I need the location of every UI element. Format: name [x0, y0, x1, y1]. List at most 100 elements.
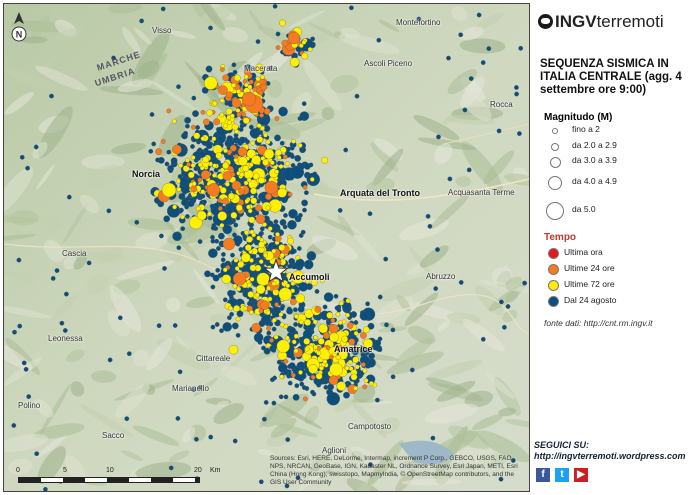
quake-marker — [315, 372, 323, 380]
quake-marker — [260, 83, 268, 91]
quake-marker — [316, 382, 322, 388]
quake-marker — [277, 188, 287, 198]
quake-marker — [49, 93, 54, 99]
quake-marker — [304, 386, 310, 391]
magnitude-label: da 3.0 a 3.9 — [572, 155, 617, 165]
quake-marker — [278, 312, 284, 317]
svg-text:N: N — [16, 30, 23, 40]
time-label: Ultime 72 ore — [564, 279, 615, 289]
magnitude-label: fino a 2 — [572, 124, 600, 134]
quake-marker — [236, 89, 241, 94]
quake-marker — [230, 113, 235, 119]
data-source: fonte dati: http://cnt.rm.ingv.it — [544, 318, 653, 328]
quake-marker — [149, 112, 155, 117]
quake-marker — [200, 170, 211, 180]
quake-marker — [16, 257, 22, 263]
quake-marker — [304, 190, 309, 196]
quake-marker — [281, 39, 289, 47]
quake-marker — [190, 185, 198, 193]
quake-marker — [234, 74, 241, 82]
quake-marker — [377, 294, 383, 300]
quake-marker — [258, 130, 264, 135]
quake-marker — [430, 435, 436, 441]
magnitude-symbol-icon — [546, 202, 564, 220]
quake-marker — [205, 142, 213, 149]
quake-marker — [287, 192, 293, 197]
quake-marker — [313, 344, 318, 350]
quake-marker — [148, 148, 154, 154]
quake-marker — [242, 165, 250, 172]
quake-marker — [326, 311, 334, 319]
quake-marker — [517, 131, 522, 136]
quake-marker — [293, 333, 299, 339]
quake-marker — [194, 436, 199, 442]
quake-marker — [274, 134, 281, 142]
quake-marker — [270, 377, 275, 383]
facebook-icon[interactable]: f — [536, 468, 550, 482]
quake-marker — [294, 383, 300, 389]
seismic-map[interactable]: Visso Montefortino Macerata Norcia Arquata d… — [3, 3, 530, 492]
quake-marker — [203, 118, 210, 126]
quake-marker — [354, 93, 360, 99]
quake-marker — [279, 322, 285, 328]
quake-marker — [317, 338, 325, 345]
quake-marker — [249, 128, 260, 138]
quake-marker — [232, 438, 238, 444]
quake-marker — [306, 251, 317, 261]
time-color-icon — [548, 248, 559, 259]
place-label: Aglioni — [322, 446, 347, 455]
quake-marker — [343, 147, 349, 153]
quake-marker — [271, 281, 277, 287]
time-label: Ultime 24 ore — [564, 263, 615, 273]
quake-marker — [302, 185, 308, 190]
quake-marker — [185, 123, 190, 129]
quake-marker — [210, 324, 216, 330]
quake-marker — [235, 332, 241, 338]
quake-marker — [166, 108, 172, 114]
place-label: Acquasanta Terme — [448, 188, 515, 197]
quake-marker — [168, 465, 174, 471]
quake-marker — [362, 368, 368, 374]
blog-link[interactable]: http://ingvterremoti.wordpress.com — [534, 451, 686, 462]
youtube-icon[interactable]: ▶ — [574, 468, 588, 482]
quake-marker — [285, 437, 291, 442]
quake-marker — [215, 152, 223, 159]
quake-marker — [337, 320, 343, 325]
quake-marker — [274, 149, 282, 157]
quake-marker — [242, 306, 248, 311]
quake-marker — [210, 225, 216, 231]
map-canvas — [4, 4, 529, 491]
legend-title: SEQUENZA SISMICA IN ITALIA CENTRALE (agg… — [540, 58, 682, 96]
place-label: Marianello — [172, 384, 209, 393]
quake-marker — [86, 260, 92, 266]
quake-marker — [247, 208, 253, 214]
quake-marker — [176, 187, 182, 192]
twitter-icon[interactable]: t — [555, 468, 569, 482]
quake-marker — [11, 423, 17, 428]
quake-marker — [319, 365, 324, 371]
time-label: Ultima ora — [564, 247, 603, 257]
quake-marker — [139, 18, 144, 24]
quake-marker — [176, 245, 182, 251]
quake-marker — [255, 204, 263, 212]
quake-marker — [231, 98, 242, 108]
quake-marker — [215, 267, 221, 273]
quake-marker — [244, 230, 249, 235]
quake-marker — [219, 112, 225, 118]
quake-marker — [228, 344, 239, 355]
quake-marker — [243, 74, 249, 80]
quake-marker — [180, 226, 186, 232]
quake-marker — [238, 247, 244, 252]
quake-marker — [272, 226, 277, 231]
quake-marker — [352, 356, 360, 364]
quake-marker — [230, 172, 236, 177]
quake-marker — [172, 144, 182, 155]
quake-marker — [335, 311, 341, 317]
time-heading: Tempo — [544, 232, 577, 243]
quake-marker — [302, 329, 313, 340]
place-label: Campotosto — [348, 422, 392, 431]
quake-marker — [258, 177, 265, 184]
quake-marker — [322, 332, 330, 339]
quake-marker — [265, 342, 271, 348]
quake-marker — [265, 321, 270, 326]
